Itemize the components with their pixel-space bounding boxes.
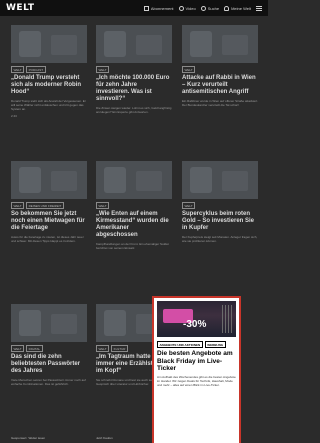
article-tag: WERBUNG: [204, 341, 226, 348]
article-tag: WELT: [11, 345, 25, 352]
article-meta: 2:43: [11, 114, 17, 118]
subscription-icon: [143, 5, 149, 11]
article-tag: WELT: [96, 345, 110, 352]
search-icon: [200, 5, 206, 11]
article-tag: WELT: [96, 66, 110, 73]
article-teaser: Autos für die Feiertage zu mieten, ist d…: [11, 235, 84, 243]
article-teaser: Am Aufhakt des Wochenendes gibt es die b…: [157, 374, 236, 387]
article-teaser: Donald Trump sieht sich als Anwalt der V…: [11, 99, 86, 111]
article-thumbnail: [11, 304, 87, 342]
article-tag: WELT: [11, 202, 25, 209]
article-tag: PODCAST: [26, 66, 46, 73]
article-title[interactable]: „Wie Enten auf einem Kirmesstand“ wurden…: [96, 211, 172, 239]
article-card[interactable]: WELT Supercyklus beim roten Gold – So in…: [182, 161, 258, 243]
article-card[interactable]: WELT PODCAST „Donald Trump versteht sich…: [11, 25, 87, 118]
article-tag: WELT: [96, 202, 110, 209]
header-item-account-label: Meine Welt: [231, 5, 251, 11]
highlighted-article-card[interactable]: -30% ANGEBOTE UND AKTIONEN WERBUNG Die b…: [152, 296, 241, 443]
footer-meta-sponsored: Gesponsert: [11, 436, 27, 440]
article-tag: WELT: [182, 202, 196, 209]
footer-meta-left: Gesponsert Weiter lesen: [11, 436, 45, 440]
article-tag: WELT: [11, 66, 25, 73]
sale-percent: -30%: [183, 319, 207, 330]
article-title[interactable]: Attacke auf Rabbi in Wien – Kurz verurte…: [182, 75, 258, 96]
article-title[interactable]: „Ich möchte 100.000 Euro für zehn Jahre …: [96, 75, 172, 103]
header-item-search-label: Suche: [207, 5, 220, 11]
user-icon: [224, 5, 230, 11]
footer-meta-read[interactable]: Weiter lesen: [29, 436, 46, 440]
article-tags: WELT PODCAST: [11, 66, 87, 73]
article-thumbnail: [96, 161, 172, 199]
article-thumbnail: [11, 25, 87, 63]
header-item-abonnement-label: Abonnement: [150, 5, 174, 11]
article-thumbnail: [96, 25, 172, 63]
article-card[interactable]: WELT Attacke auf Rabbi in Wien – Kurz ve…: [182, 25, 258, 107]
article-tags: WELT: [96, 66, 172, 73]
article-teaser: Der Kupferpreis steigt seit Monaten. Anl…: [182, 235, 258, 243]
article-tag: DIGITAL: [26, 345, 43, 352]
header-item-search[interactable]: Suche: [200, 5, 220, 11]
article-title[interactable]: Supercyklus beim roten Gold – So investi…: [182, 211, 258, 232]
video-icon: [178, 5, 184, 11]
article-card[interactable]: WELT „Wie Enten auf einem Kirmesstand“ w…: [96, 161, 172, 250]
article-title[interactable]: Das sind die zehn beliebtesten Passwörte…: [11, 354, 87, 375]
header-item-video[interactable]: Video: [178, 5, 196, 11]
article-tag: REISEN UND FREIZEIT: [26, 202, 64, 209]
top-header: WELT Abonnement Video Suche Meine Welt: [0, 0, 268, 16]
article-card[interactable]: WELT „Ich möchte 100.000 Euro für zehn J…: [96, 25, 172, 114]
article-teaser: Die Zinsen steigen wieder. Lohnt es sich…: [96, 106, 172, 114]
article-tag: KULTUR: [111, 345, 128, 352]
header-item-account[interactable]: Meine Welt: [224, 5, 251, 11]
article-teaser: Ein Rabbiner wurde in Wien auf offener S…: [182, 99, 258, 107]
article-tags: WELT: [182, 66, 258, 73]
article-title[interactable]: „Donald Trump versteht sich als moderner…: [11, 75, 87, 96]
article-card[interactable]: WELT REISEN UND FREIZEIT So bekommen Sie…: [11, 161, 87, 243]
article-tags: WELT REISEN UND FREIZEIT: [11, 202, 87, 209]
article-teaser: Kampfhandlungen an der Front. Ein ehemal…: [96, 242, 169, 250]
article-thumbnail: [182, 161, 258, 199]
footer-meta-center: Jetzt Kaufen: [96, 436, 113, 440]
header-item-abonnement[interactable]: Abonnement: [143, 5, 174, 11]
menu-icon[interactable]: [256, 5, 262, 11]
footer-meta-buy[interactable]: Jetzt Kaufen: [96, 436, 113, 440]
article-thumbnail: [11, 161, 87, 199]
article-tags: ANGEBOTE UND AKTIONEN WERBUNG: [157, 341, 236, 348]
article-teaser: Viele Menschen setzen bei Passwörtern im…: [11, 378, 86, 386]
black-friday-image: -30%: [157, 301, 236, 337]
article-tag: WELT: [182, 66, 196, 73]
header-item-video-label: Video: [185, 5, 196, 11]
article-tags: WELT: [96, 202, 172, 209]
article-thumbnail: [182, 25, 258, 63]
article-tags: WELT DIGITAL: [11, 345, 87, 352]
rack-bars: [222, 305, 232, 333]
article-tag: ANGEBOTE UND AKTIONEN: [157, 341, 203, 348]
header-nav: Abonnement Video Suche Meine Welt: [143, 5, 262, 11]
content-grid: WELT PODCAST „Donald Trump versteht sich…: [0, 16, 268, 443]
article-title[interactable]: So bekommen Sie jetzt noch einen Mietwag…: [11, 211, 87, 232]
article-title[interactable]: Die besten Angebote am Black Friday im L…: [157, 350, 236, 373]
article-card[interactable]: WELT DIGITAL Das sind die zehn beliebtes…: [11, 304, 87, 386]
welt-logo[interactable]: WELT: [6, 3, 34, 13]
article-tags: WELT: [182, 202, 258, 209]
